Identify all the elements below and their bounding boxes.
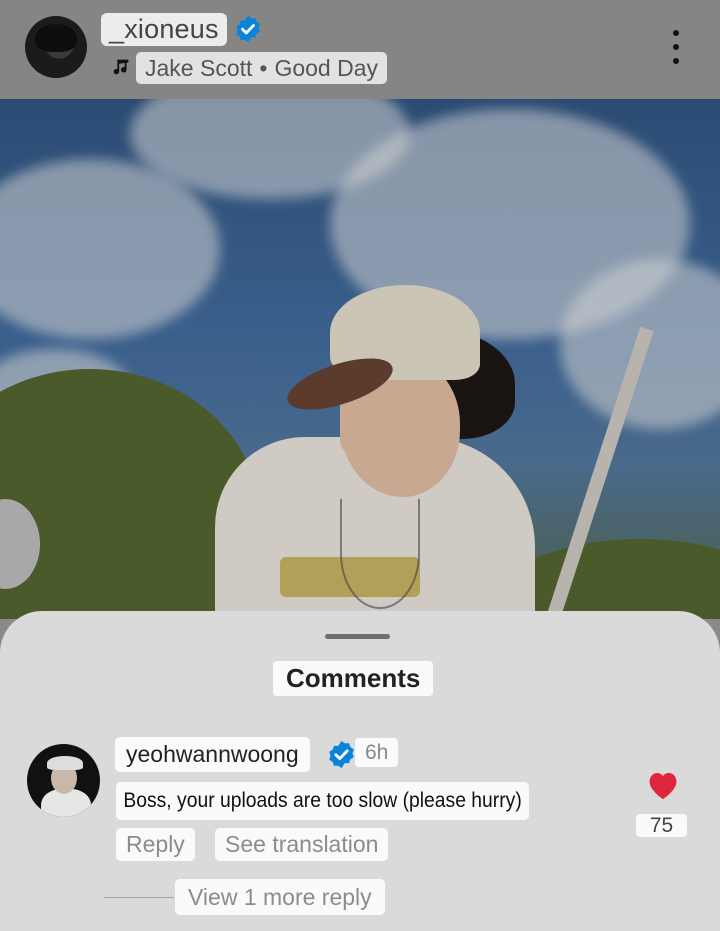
verified-badge-icon bbox=[329, 740, 354, 769]
see-translation-button[interactable]: See translation bbox=[215, 828, 389, 861]
sheet-title: Comments bbox=[273, 661, 434, 696]
song-separator: • bbox=[259, 54, 268, 81]
poster-username: _xioneus bbox=[109, 14, 219, 44]
avatar-hat bbox=[47, 756, 83, 770]
music-note-icon bbox=[113, 59, 129, 75]
song-title: Good Day bbox=[274, 54, 379, 81]
poster-avatar[interactable] bbox=[25, 16, 87, 78]
heart-filled-icon[interactable] bbox=[646, 769, 680, 801]
commenter-avatar[interactable] bbox=[27, 744, 100, 817]
avatar-image bbox=[35, 24, 77, 52]
comment-text: Boss, your uploads are too slow (please … bbox=[116, 782, 530, 820]
comments-sheet: Comments yeohwannwoong 6h Boss, your upl… bbox=[0, 611, 720, 931]
song-artist: Jake Scott bbox=[145, 54, 253, 81]
sheet-drag-handle[interactable] bbox=[325, 634, 390, 639]
poster-username-chip[interactable]: _xioneus bbox=[101, 13, 227, 46]
commenter-username[interactable]: yeohwannwoong bbox=[115, 737, 310, 772]
comment-timestamp: 6h bbox=[355, 738, 399, 767]
reply-button[interactable]: Reply bbox=[116, 828, 195, 861]
like-count: 75 bbox=[636, 814, 687, 837]
verified-badge-icon bbox=[236, 15, 260, 43]
song-info[interactable]: Jake Scott • Good Day bbox=[136, 52, 388, 84]
more-vertical-icon[interactable] bbox=[664, 30, 688, 64]
replies-divider bbox=[104, 897, 174, 898]
view-more-replies-button[interactable]: View 1 more reply bbox=[175, 879, 385, 915]
necklace bbox=[340, 499, 420, 609]
post-photo[interactable] bbox=[0, 99, 720, 619]
post-header: _xioneus Jake Scott • Good Day bbox=[0, 0, 720, 99]
